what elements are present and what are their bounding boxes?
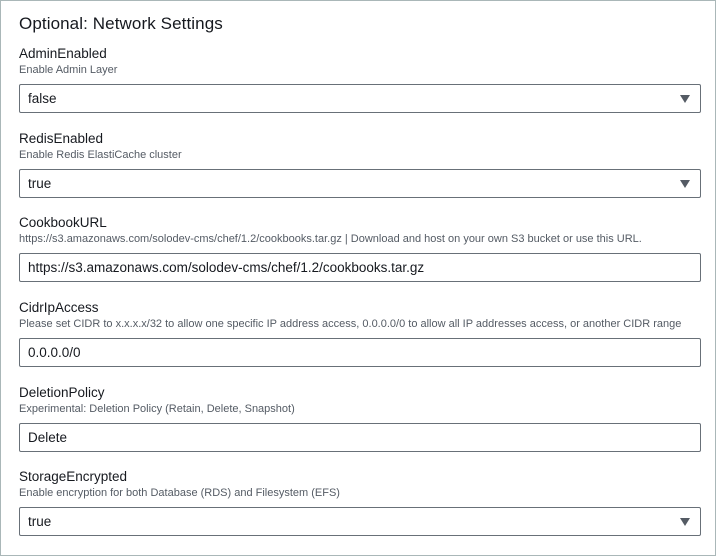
section-title: Optional: Network Settings [19,14,223,33]
caret-down-icon [680,518,690,526]
select-value: true [28,514,52,529]
field-description: Please set CIDR to x.x.x.x/32 to allow o… [19,318,682,330]
input-value: Delete [28,430,68,445]
field-label: StorageEncrypted [19,469,128,484]
cookbook-url-input[interactable]: https://s3.amazonaws.com/solodev-cms/che… [19,253,701,282]
select-value: false [28,91,57,106]
field-redis-enabled: RedisEnabled Enable Redis ElastiCache cl… [19,130,701,198]
redis-enabled-select[interactable]: true [19,169,701,198]
cidr-ip-access-input[interactable]: 0.0.0.0/0 [19,338,701,367]
deletion-policy-input[interactable]: Delete [19,423,701,452]
field-cidr-ip-access: CidrIpAccess Please set CIDR to x.x.x.x/… [19,299,701,367]
caret-down-icon [680,180,690,188]
admin-enabled-select[interactable]: false [19,84,701,113]
caret-down-icon [680,95,690,103]
field-description: Experimental: Deletion Policy (Retain, D… [19,403,295,415]
input-value: https://s3.amazonaws.com/solodev-cms/che… [28,260,425,275]
field-description: Enable Redis ElastiCache cluster [19,149,182,161]
field-storage-encrypted: StorageEncrypted Enable encryption for b… [19,468,701,536]
field-label: CookbookURL [19,215,107,230]
field-description: Enable Admin Layer [19,64,118,76]
select-value: true [28,176,52,191]
field-label: CidrIpAccess [19,300,99,315]
field-admin-enabled: AdminEnabled Enable Admin Layer false [19,45,701,113]
storage-encrypted-select[interactable]: true [19,507,701,536]
field-label: AdminEnabled [19,46,107,61]
input-value: 0.0.0.0/0 [28,345,81,360]
field-description: Enable encryption for both Database (RDS… [19,487,340,499]
field-description: https://s3.amazonaws.com/solodev-cms/che… [19,233,642,245]
network-settings-panel: Optional: Network Settings AdminEnabled … [0,0,716,556]
field-label: RedisEnabled [19,131,104,146]
field-cookbook-url: CookbookURL https://s3.amazonaws.com/sol… [19,214,701,282]
field-deletion-policy: DeletionPolicy Experimental: Deletion Po… [19,384,701,452]
field-label: DeletionPolicy [19,385,105,400]
